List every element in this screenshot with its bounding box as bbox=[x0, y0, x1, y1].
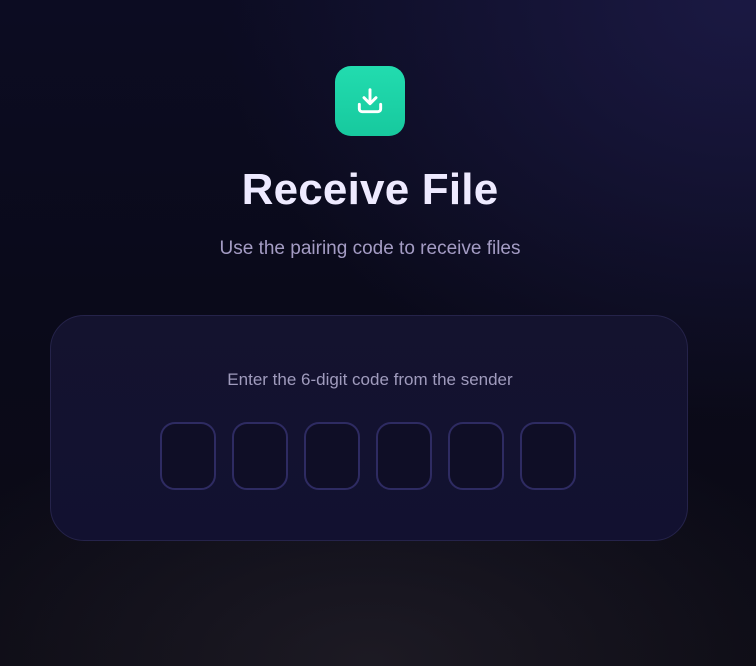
download-icon bbox=[357, 88, 383, 114]
code-digit-5[interactable] bbox=[448, 422, 504, 490]
code-digit-4[interactable] bbox=[376, 422, 432, 490]
app-icon-tile bbox=[335, 66, 405, 136]
page-subtitle: Use the pairing code to receive files bbox=[219, 238, 521, 259]
page-title: Receive File bbox=[241, 165, 499, 214]
code-digit-1[interactable] bbox=[160, 422, 216, 490]
code-digit-3[interactable] bbox=[304, 422, 360, 490]
code-digit-2[interactable] bbox=[232, 422, 288, 490]
code-instruction: Enter the 6-digit code from the sender bbox=[227, 370, 513, 389]
code-digit-row bbox=[160, 422, 581, 492]
code-digit-6[interactable] bbox=[520, 422, 576, 490]
pairing-code-card: Enter the 6-digit code from the sender bbox=[50, 315, 688, 541]
